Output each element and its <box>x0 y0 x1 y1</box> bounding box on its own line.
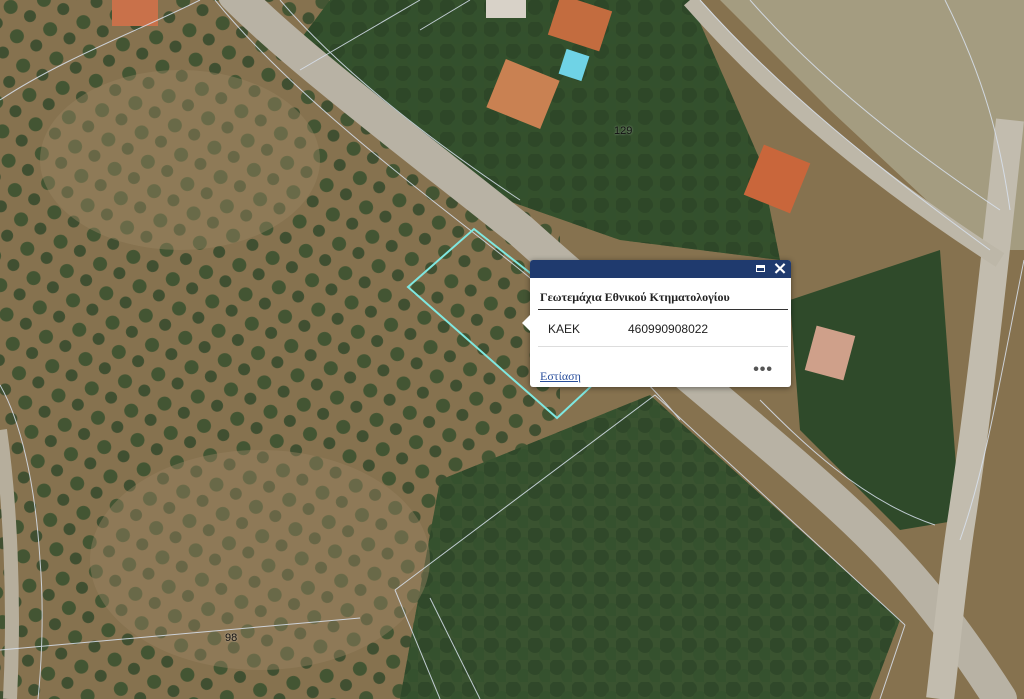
satellite-map[interactable] <box>0 0 1024 699</box>
popup-titlebar: × <box>530 260 791 278</box>
attribute-value: 460990908022 <box>628 322 709 336</box>
house-roof <box>486 0 526 18</box>
house-roof <box>112 0 158 26</box>
attribute-divider <box>538 346 788 347</box>
parcel-number-label: 129 <box>614 125 633 137</box>
more-actions-icon[interactable]: ••• <box>753 361 773 379</box>
attribute-row: ΚΑΕΚ 460990908022 <box>530 310 791 346</box>
popup-pointer <box>522 315 530 331</box>
feature-popup: × Γεωτεμάχια Εθνικού Κτηματολογίου ΚΑΕΚ … <box>522 260 791 387</box>
field-patch <box>40 70 320 250</box>
close-icon[interactable]: × <box>772 260 788 278</box>
maximize-icon[interactable] <box>753 261 769 277</box>
zoom-to-link[interactable]: Εστίαση <box>540 369 581 383</box>
attribute-name: ΚΑΕΚ <box>548 322 581 336</box>
popup-footer: Εστίαση ••• <box>540 361 779 383</box>
popup-title: Γεωτεμάχια Εθνικού Κτηματολογίου <box>540 290 730 304</box>
parcel-number-label: 98 <box>225 632 238 644</box>
